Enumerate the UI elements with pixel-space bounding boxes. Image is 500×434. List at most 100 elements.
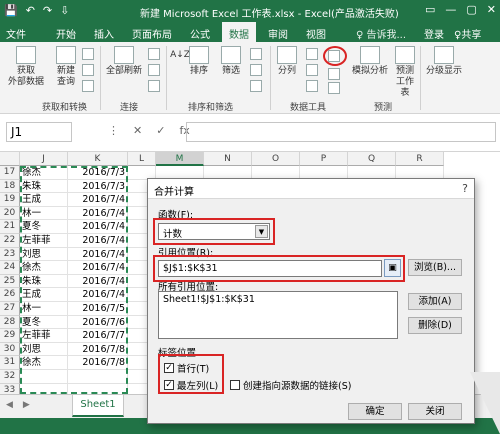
name-cell[interactable]: 刘思: [20, 247, 68, 262]
row-header[interactable]: 22: [0, 234, 20, 248]
formula-input[interactable]: [186, 122, 496, 142]
tab-insert[interactable]: 插入: [94, 26, 114, 41]
ribbon-display-icon[interactable]: ▭: [425, 3, 435, 16]
help-icon[interactable]: ?: [462, 182, 468, 195]
name-cell[interactable]: [20, 383, 68, 394]
text-to-columns-button[interactable]: 分列: [274, 46, 300, 77]
name-cell[interactable]: 左菲菲: [20, 329, 68, 343]
properties-icon[interactable]: [148, 64, 160, 76]
row-header[interactable]: 18: [0, 179, 20, 194]
function-select[interactable]: 计数 ▼: [158, 223, 270, 240]
reference-input[interactable]: $J$1:$K$31: [158, 260, 382, 277]
select-all-corner[interactable]: [0, 152, 20, 166]
column-header-r[interactable]: R: [396, 152, 444, 166]
clear-filter-icon[interactable]: [250, 48, 262, 60]
date-cell[interactable]: [68, 383, 128, 394]
sheet-tab-sheet1[interactable]: Sheet1: [72, 395, 124, 417]
maximize-button[interactable]: ▢: [466, 3, 476, 16]
date-cell[interactable]: 2016/7/4: [68, 234, 128, 248]
name-cell[interactable]: 朱珠: [20, 179, 68, 194]
connections-icon[interactable]: [148, 48, 160, 60]
filter-button[interactable]: 筛选: [218, 46, 244, 77]
row-header[interactable]: 20: [0, 206, 20, 221]
date-cell[interactable]: 2016/7/4: [68, 206, 128, 221]
row-header[interactable]: 33: [0, 383, 20, 394]
list-item[interactable]: Sheet1!$J$1:$K$31: [163, 294, 393, 305]
date-cell[interactable]: 2016/7/4: [68, 274, 128, 289]
date-cell[interactable]: 2016/7/4: [68, 247, 128, 262]
name-cell[interactable]: 王成: [20, 193, 68, 207]
date-cell[interactable]: 2016/7/4: [68, 261, 128, 275]
row-header[interactable]: 23: [0, 247, 20, 262]
column-header-k[interactable]: K: [68, 152, 128, 166]
add-button[interactable]: 添加(A): [408, 293, 462, 310]
name-cell[interactable]: 徐杰: [20, 166, 68, 180]
date-cell[interactable]: 2016/7/6: [68, 315, 128, 330]
tell-me-search[interactable]: ♀ 告诉我...: [356, 26, 406, 41]
tab-review[interactable]: 审阅: [268, 26, 288, 41]
row-header[interactable]: 30: [0, 342, 20, 357]
tab-data[interactable]: 数据: [222, 22, 256, 42]
row-header[interactable]: 32: [0, 370, 20, 384]
browse-button[interactable]: 浏览(B)...: [408, 259, 462, 276]
row-header[interactable]: 28: [0, 315, 20, 330]
login-link[interactable]: 登录: [424, 26, 444, 41]
row-header[interactable]: 27: [0, 302, 20, 316]
name-cell[interactable]: 夏冬: [20, 315, 68, 330]
relationships-icon[interactable]: [328, 68, 340, 80]
delete-button[interactable]: 删除(D): [408, 317, 462, 334]
date-cell[interactable]: 2016/7/3: [68, 179, 128, 194]
advanced-filter-icon[interactable]: [250, 80, 262, 92]
column-header-n[interactable]: N: [204, 152, 252, 166]
show-queries-icon[interactable]: [82, 48, 94, 60]
date-cell[interactable]: 2016/7/4: [68, 193, 128, 207]
row-header[interactable]: 21: [0, 220, 20, 234]
remove-duplicates-icon[interactable]: [306, 64, 318, 76]
all-references-list[interactable]: Sheet1!$J$1:$K$31: [158, 291, 398, 339]
name-cell[interactable]: 徐杰: [20, 356, 68, 370]
row-header[interactable]: 29: [0, 329, 20, 343]
name-cell[interactable]: 林一: [20, 206, 68, 221]
date-cell[interactable]: 2016/7/4: [68, 288, 128, 302]
column-header-m[interactable]: M: [156, 152, 204, 166]
share-button[interactable]: ♀共享: [454, 26, 481, 41]
close-button[interactable]: ✕: [487, 3, 496, 16]
data-validation-icon[interactable]: [306, 80, 318, 92]
date-cell[interactable]: 2016/7/8: [68, 342, 128, 357]
row-header[interactable]: 17: [0, 166, 20, 180]
cancel-icon[interactable]: ✕: [133, 124, 142, 137]
minimize-button[interactable]: —: [445, 3, 456, 16]
date-cell[interactable]: 2016/7/3: [68, 166, 128, 180]
collapse-range-icon[interactable]: ▣: [384, 259, 401, 277]
date-cell[interactable]: 2016/7/4: [68, 220, 128, 234]
name-cell[interactable]: 朱珠: [20, 274, 68, 289]
flash-fill-icon[interactable]: [306, 48, 318, 60]
reapply-icon[interactable]: [250, 64, 262, 76]
tab-view[interactable]: 视图: [306, 26, 326, 41]
name-cell[interactable]: 夏冬: [20, 220, 68, 234]
name-cell[interactable]: 徐杰: [20, 261, 68, 275]
row-header[interactable]: 19: [0, 193, 20, 207]
outline-button[interactable]: 分级显示: [424, 46, 464, 77]
name-cell[interactable]: 王成: [20, 288, 68, 302]
next-sheet-icon[interactable]: ▶: [23, 400, 30, 410]
name-cell[interactable]: 刘思: [20, 342, 68, 357]
name-cell[interactable]: 左菲菲: [20, 234, 68, 248]
link-source-checkbox[interactable]: 创建指向源数据的链接(S): [230, 378, 351, 392]
tab-page-layout[interactable]: 页面布局: [132, 26, 172, 41]
enter-icon[interactable]: ✓: [156, 124, 165, 137]
undo-icon[interactable]: ↶: [26, 4, 35, 17]
date-cell[interactable]: 2016/7/5: [68, 302, 128, 316]
row-header[interactable]: 31: [0, 356, 20, 370]
column-header-j[interactable]: J: [20, 152, 68, 166]
date-cell[interactable]: [68, 370, 128, 384]
date-cell[interactable]: 2016/7/8: [68, 356, 128, 370]
column-header-q[interactable]: Q: [348, 152, 396, 166]
column-header-p[interactable]: P: [300, 152, 348, 166]
from-table-icon[interactable]: [82, 64, 94, 76]
name-cell[interactable]: 林一: [20, 302, 68, 316]
tab-file[interactable]: 文件: [6, 26, 26, 41]
ok-button[interactable]: 确定: [348, 403, 402, 420]
row-header[interactable]: 26: [0, 288, 20, 302]
new-query-button[interactable]: 新建 查询: [54, 46, 78, 88]
